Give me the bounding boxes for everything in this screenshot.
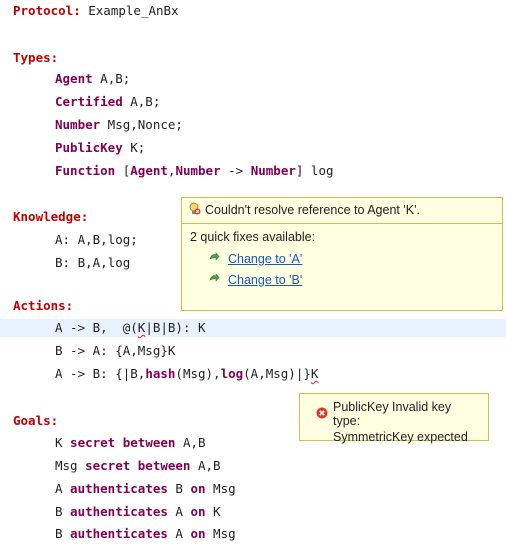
- goal-line: B authenticates A on K: [55, 503, 221, 521]
- code-text: A: [167, 526, 183, 541]
- type-keyword: PublicKey: [55, 140, 123, 155]
- code-text: K: [205, 504, 221, 519]
- protocol-line: Protocol: Example_AnBx: [13, 2, 179, 20]
- error-token[interactable]: K: [311, 366, 319, 381]
- code-text: ->: [220, 163, 251, 178]
- code-text: A -> B: {|B,: [55, 366, 146, 381]
- type-keyword: Agent: [55, 71, 93, 86]
- log-keyword: log: [220, 366, 244, 381]
- code-text: A: [55, 481, 63, 496]
- code-text: (Msg),: [175, 366, 221, 381]
- code-text: Msg: [205, 481, 236, 496]
- code-text: A,B: [175, 435, 206, 450]
- types-header: Types:: [13, 50, 59, 65]
- code-text: B: [55, 526, 63, 541]
- action-line: A -> B: {|B,hash(Msg),log(A,Msg)|}K: [55, 365, 318, 383]
- function-keyword: Function: [55, 163, 116, 178]
- authenticates-keyword: authenticates: [62, 481, 168, 496]
- type-values: A,B;: [122, 94, 161, 109]
- type-keyword: Certified: [55, 94, 123, 109]
- quickfix-popup: Couldn't resolve reference to Agent 'K'.…: [181, 197, 503, 311]
- change-to-a-link[interactable]: Change to 'A': [228, 252, 302, 266]
- type-keyword: Number: [55, 117, 101, 132]
- code-text: A -> B, @(: [55, 320, 138, 335]
- knowledge-line: A: A,B,log;: [55, 232, 138, 247]
- type-line: PublicKey K;: [55, 139, 145, 157]
- secret-keyword: secret between: [77, 458, 191, 473]
- goals-header: Goals:: [13, 413, 59, 428]
- on-keyword: on: [182, 504, 206, 519]
- code-text: [: [115, 163, 131, 178]
- action-line: B -> A: {A,Msg}K: [55, 343, 176, 358]
- hash-keyword: hash: [145, 366, 176, 381]
- action-line-current: A -> B, @(K|B|B): K: [0, 319, 506, 337]
- change-arrow-icon: [208, 251, 220, 266]
- type-line: Agent A,B;: [55, 70, 130, 88]
- goal-line: Msg secret between A,B: [55, 457, 221, 475]
- change-to-b-link[interactable]: Change to 'B': [228, 273, 302, 287]
- function-line: Function [Agent,Number -> Number] log: [55, 162, 334, 180]
- code-text: |B|B): K: [145, 320, 206, 335]
- quickfix-item[interactable]: Change to 'B': [182, 269, 502, 290]
- quickfix-subtitle: 2 quick fixes available:: [190, 230, 316, 244]
- code-text: Msg: [55, 458, 78, 473]
- agent-keyword: Agent: [130, 163, 168, 178]
- knowledge-header: Knowledge:: [13, 209, 89, 224]
- quickfix-title-row: Couldn't resolve reference to Agent 'K'.: [182, 198, 502, 224]
- error-tooltip-line2: SymmetricKey expected: [333, 430, 468, 444]
- type-line: Certified A,B;: [55, 93, 160, 111]
- code-text: ] log: [295, 163, 334, 178]
- type-values: A,B;: [92, 71, 131, 86]
- type-values: Msg,Nonce;: [100, 117, 183, 132]
- on-keyword: on: [182, 526, 206, 541]
- number-keyword: Number: [175, 163, 221, 178]
- quickfix-title: Couldn't resolve reference to Agent 'K'.: [205, 203, 420, 217]
- code-text: Msg: [205, 526, 236, 541]
- code-text: (A,Msg)|}: [243, 366, 311, 381]
- authenticates-keyword: authenticates: [62, 504, 168, 519]
- number-keyword: Number: [250, 163, 296, 178]
- lightbulb-error-icon: [188, 202, 201, 218]
- code-text: B: [55, 504, 63, 519]
- error-tooltip-line1: PublicKey Invalid key type:: [333, 400, 452, 428]
- code-text: A: [167, 504, 183, 519]
- error-tooltip-row: PublicKey Invalid key type:: [300, 394, 488, 428]
- authenticates-keyword: authenticates: [62, 526, 168, 541]
- error-tooltip: PublicKey Invalid key type: SymmetricKey…: [299, 393, 489, 444]
- goal-line: B authenticates A on Msg: [55, 525, 236, 543]
- secret-keyword: secret between: [62, 435, 176, 450]
- type-line: Number Msg,Nonce;: [55, 116, 183, 134]
- error-icon: [316, 407, 328, 422]
- knowledge-line: B: B,A,log: [55, 255, 131, 270]
- code-text: B: [167, 481, 183, 496]
- change-arrow-icon: [208, 272, 220, 287]
- goal-line: K secret between A,B: [55, 434, 206, 452]
- code-text: A,B: [190, 458, 221, 473]
- actions-header: Actions:: [13, 298, 74, 313]
- protocol-keyword: Protocol:: [13, 3, 81, 18]
- protocol-name: Example_AnBx: [80, 3, 179, 18]
- goal-line: A authenticates B on Msg: [55, 480, 236, 498]
- quickfix-item[interactable]: Change to 'A': [182, 248, 502, 269]
- type-values: K;: [122, 140, 146, 155]
- code-text: K: [55, 435, 63, 450]
- on-keyword: on: [182, 481, 206, 496]
